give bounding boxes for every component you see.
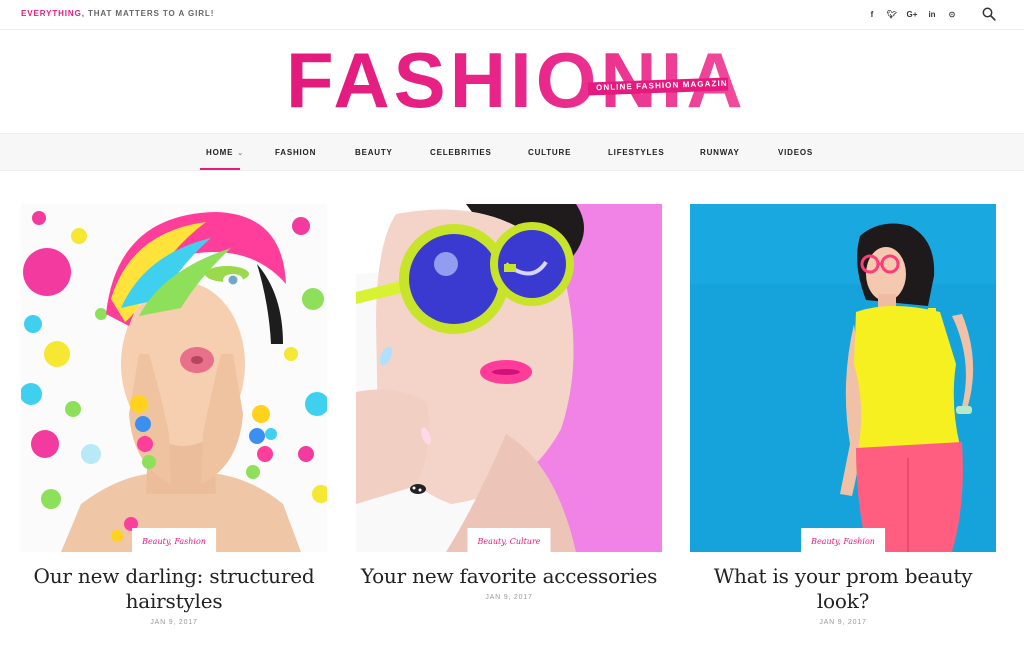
nav-item-lifestyles[interactable]: LIFESTYLES bbox=[608, 148, 664, 157]
post-card: Beauty, Culture Your new favorite access… bbox=[356, 204, 662, 601]
post-image[interactable]: Beauty, Culture bbox=[356, 204, 662, 552]
facebook-icon[interactable]: f bbox=[862, 8, 882, 22]
nav-item-fashion[interactable]: FASHION bbox=[275, 148, 316, 157]
post-title[interactable]: What is your prom beauty look? bbox=[690, 564, 996, 614]
twitter-icon[interactable]: 🐦︎ bbox=[882, 8, 902, 22]
site-logo[interactable]: FASHIONIA ONLINE FASHION MAGAZIN bbox=[286, 40, 746, 120]
nav-item-beauty[interactable]: BEAUTY bbox=[355, 148, 393, 157]
chevron-down-icon: ⌄ bbox=[237, 150, 244, 157]
post-title[interactable]: Your new favorite accessories bbox=[356, 564, 662, 589]
main-navigation: HOME ⌄ FASHION BEAUTY CELEBRITIES CULTURE… bbox=[0, 133, 1024, 171]
post-card: Beauty, Fashion What is your prom beauty… bbox=[690, 204, 996, 626]
search-icon[interactable] bbox=[982, 7, 996, 21]
post-categories[interactable]: Beauty, Culture bbox=[467, 528, 551, 552]
social-links: f 🐦︎ G+ in ⊙ bbox=[862, 8, 962, 22]
nav-item-runway[interactable]: RUNWAY bbox=[700, 148, 740, 157]
nav-item-culture[interactable]: CULTURE bbox=[528, 148, 571, 157]
nav-item-videos[interactable]: VIDEOS bbox=[778, 148, 813, 157]
nav-item-home[interactable]: HOME ⌄ bbox=[206, 148, 244, 157]
post-categories[interactable]: Beauty, Fashion bbox=[132, 528, 216, 552]
post-date: JAN 9, 2017 bbox=[819, 619, 867, 626]
top-bar: EVERYTHING, THAT MATTERS TO A GIRL! f 🐦︎… bbox=[0, 0, 1024, 30]
tagline-accent: EVERYTHING bbox=[21, 9, 82, 18]
post-image[interactable]: Beauty, Fashion bbox=[690, 204, 996, 552]
nav-item-celebrities[interactable]: CELEBRITIES bbox=[430, 148, 492, 157]
post-card: Beauty, Fashion Our new darling: structu… bbox=[21, 204, 327, 626]
site-tagline: EVERYTHING, THAT MATTERS TO A GIRL! bbox=[21, 9, 214, 18]
pinterest-icon[interactable]: ⊙ bbox=[942, 8, 962, 22]
google-plus-icon[interactable]: G+ bbox=[902, 8, 922, 22]
tagline-text: , THAT MATTERS TO A GIRL! bbox=[81, 9, 215, 18]
nav-active-indicator bbox=[200, 168, 240, 170]
nav-item-label: HOME bbox=[206, 148, 234, 157]
post-categories[interactable]: Beauty, Fashion bbox=[801, 528, 885, 552]
linkedin-icon[interactable]: in bbox=[922, 8, 942, 22]
post-title[interactable]: Our new darling: structured hairstyles bbox=[21, 564, 327, 614]
post-date: JAN 9, 2017 bbox=[485, 594, 533, 601]
post-date: JAN 9, 2017 bbox=[150, 619, 198, 626]
post-image[interactable]: Beauty, Fashion bbox=[21, 204, 327, 552]
